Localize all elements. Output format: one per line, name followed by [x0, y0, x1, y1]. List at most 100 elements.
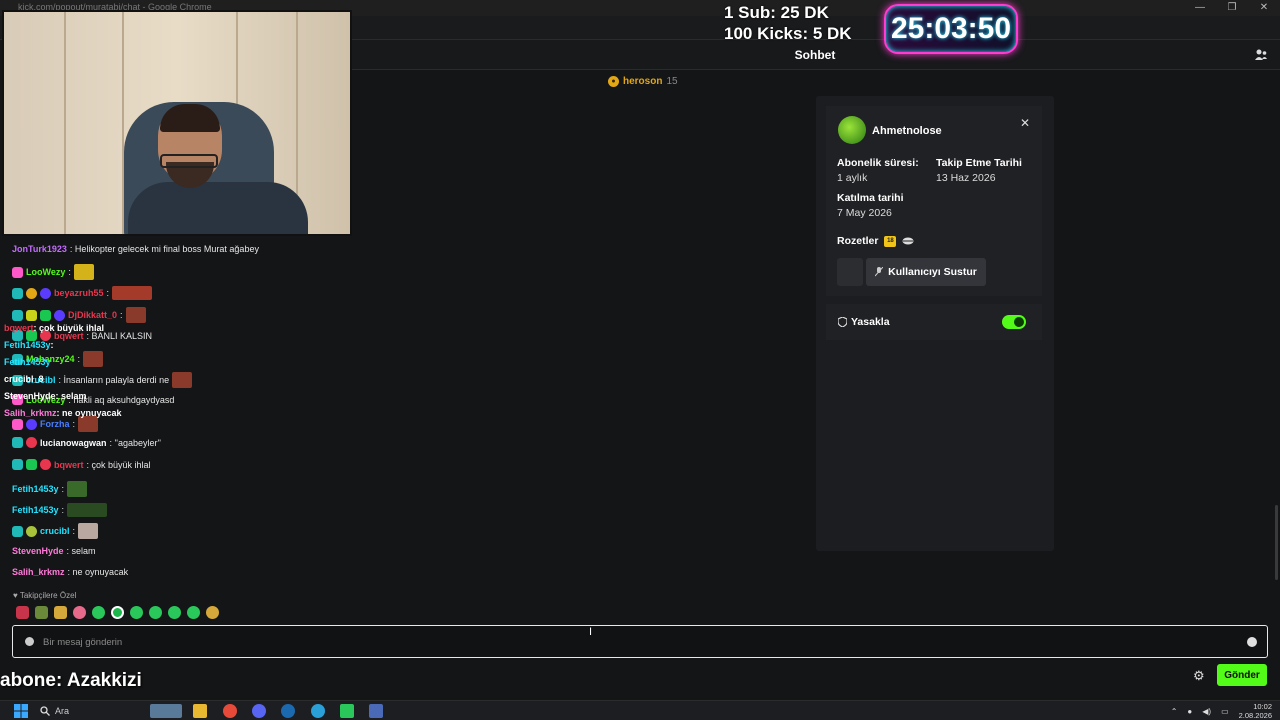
users-icon[interactable] — [1254, 48, 1268, 62]
chrome-icon[interactable] — [223, 704, 237, 718]
emote-icon[interactable] — [54, 606, 67, 619]
chat-header: Sohbet — [350, 40, 1280, 70]
message-text: : çok büyük ihlal — [86, 459, 151, 470]
emote-icon[interactable] — [111, 606, 124, 619]
emote-icon — [78, 523, 99, 539]
emote-icon[interactable] — [73, 606, 86, 619]
message-text: : — [72, 419, 76, 429]
stream-chat-overlay-line: Salih_krkmz: ne oynuyacak — [4, 408, 122, 418]
join-date-label: Katılma tarihi — [837, 192, 904, 204]
ban-toggle[interactable] — [1002, 315, 1026, 329]
pinned-gifter[interactable]: ● heroson 15 — [608, 76, 678, 87]
emote-quick-bar — [16, 606, 219, 619]
message-username[interactable]: bqwert — [54, 460, 84, 470]
emote-icon[interactable] — [206, 606, 219, 619]
clock-time: 10:02 — [1253, 702, 1272, 711]
file-explorer-icon[interactable] — [193, 704, 207, 718]
message-username[interactable]: Forzha — [40, 419, 70, 429]
stream-chat-overlay-line: Fetih1453y: — [4, 340, 54, 350]
emote-icon — [67, 503, 108, 517]
message-username[interactable]: JonTurk1923 — [12, 244, 67, 254]
emote-icon[interactable] — [130, 606, 143, 619]
chat-title: Sohbet — [794, 48, 836, 62]
emote-icon[interactable] — [16, 606, 29, 619]
taskbar-search[interactable]: Ara — [40, 704, 140, 718]
emote-icon[interactable] — [35, 606, 48, 619]
search-label: Ara — [55, 706, 70, 716]
message-username[interactable]: Fetih1453y — [12, 505, 59, 515]
restore-button[interactable]: ❐ — [1216, 0, 1248, 16]
volume-icon[interactable]: ◀) — [1202, 707, 1211, 716]
emote-icon — [73, 264, 94, 280]
edge-icon[interactable] — [311, 704, 325, 718]
subscription-goals: 1 Sub: 25 DK 100 Kicks: 5 DK — [724, 2, 852, 44]
steam-icon[interactable] — [281, 704, 295, 718]
ban-label: Yasakla — [851, 316, 890, 328]
message-text: : — [68, 267, 71, 277]
window-controls: — ❐ ✕ — [1184, 0, 1280, 16]
sub-badge-icon — [12, 287, 23, 299]
message-username[interactable]: lucianowagwan — [40, 438, 107, 448]
emoji-picker-icon[interactable] — [1247, 637, 1257, 647]
emote-icon[interactable] — [149, 606, 162, 619]
og-badge-icon — [26, 418, 37, 430]
kick-app-icon[interactable] — [340, 704, 354, 718]
emote-icon[interactable] — [92, 606, 105, 619]
mod-action-button[interactable] — [837, 258, 863, 286]
scrollbar[interactable] — [1275, 505, 1278, 580]
microphone-icon[interactable]: ● — [1187, 707, 1192, 716]
network-icon[interactable]: ▭ — [1221, 707, 1229, 716]
message-username[interactable]: crucibl — [40, 526, 70, 536]
emote-icon — [67, 481, 88, 497]
message-text: : ne oynuyacak — [67, 567, 129, 577]
moderator-badge-icon — [26, 459, 37, 470]
message-username[interactable]: StevenHyde — [12, 546, 64, 556]
windows-start-icon[interactable] — [14, 704, 28, 718]
reply-icon[interactable] — [25, 637, 34, 646]
badges-row: Rozetler 18 — [837, 235, 914, 247]
chat-message: crucibl : — [12, 523, 99, 539]
message-username[interactable]: Fetih1453y — [12, 484, 59, 494]
mute-user-label: Kullanıcıyı Sustur — [888, 266, 977, 278]
emote-icon — [172, 372, 193, 388]
close-popup-button[interactable]: ✕ — [1020, 116, 1030, 130]
emote-icon[interactable] — [187, 606, 200, 619]
message-username[interactable]: Salih_krkmz — [12, 567, 65, 577]
gift-badge-icon — [12, 418, 23, 430]
discord-icon[interactable] — [252, 704, 266, 718]
popup-username[interactable]: Ahmetnolose — [872, 125, 942, 137]
stream-timer: 25:03:50 — [884, 4, 1018, 54]
gifter-count: 15 — [666, 76, 678, 87]
message-text: : — [77, 354, 81, 364]
chevron-up-icon[interactable]: ⌃ — [1171, 707, 1178, 716]
stream-chat-overlay-line: StevenHyde: selam — [4, 391, 87, 401]
emote-icon — [112, 286, 153, 300]
avatar — [838, 116, 866, 144]
system-clock[interactable]: 10:02 2.08.2026 — [1239, 702, 1272, 720]
message-text: : İnsanların palayla derdi ne — [58, 375, 170, 385]
shield-icon — [838, 317, 847, 327]
followers-only-emotes-label: ♥ Takipçilere Özel — [13, 591, 77, 600]
message-username[interactable]: DjDikkatt_0 — [68, 310, 117, 320]
message-username[interactable]: LooWezy — [26, 267, 65, 277]
chat-message: LooWezy : — [12, 264, 94, 280]
send-button[interactable]: Gönder — [1217, 664, 1267, 686]
calculator-icon[interactable] — [369, 704, 383, 718]
weather-widget-icon[interactable] — [150, 704, 182, 718]
close-window-button[interactable]: ✕ — [1248, 0, 1280, 16]
mute-user-button[interactable]: Kullanıcıyı Sustur — [866, 258, 986, 286]
chat-message-input[interactable] — [43, 633, 1223, 651]
mic-off-icon — [875, 267, 884, 277]
stream-chat-overlay-line: crucibl_8 — [4, 374, 44, 384]
chat-message: JonTurk1923 : Helikopter gelecek mi fina… — [12, 244, 259, 254]
gift-badge-icon — [12, 266, 23, 278]
webcam-overlay — [2, 10, 352, 236]
message-username[interactable]: beyazruh55 — [54, 288, 104, 298]
subscription-value: 1 aylık — [837, 172, 868, 184]
minimize-button[interactable]: — — [1184, 0, 1216, 16]
emote-icon — [125, 307, 146, 323]
vip-badge-icon — [26, 309, 37, 321]
chat-settings-gear-icon[interactable]: ⚙ — [1193, 668, 1205, 684]
sub-badge-icon — [12, 309, 23, 321]
emote-icon[interactable] — [168, 606, 181, 619]
